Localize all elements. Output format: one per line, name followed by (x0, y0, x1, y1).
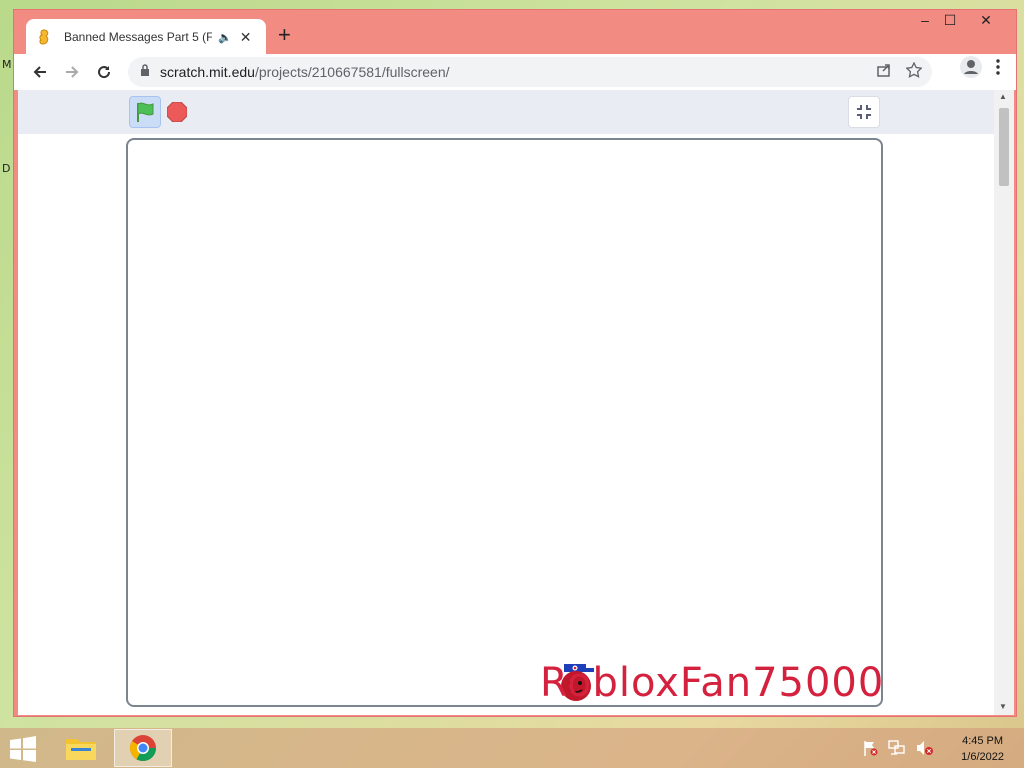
scroll-up-icon[interactable]: ▲ (999, 92, 1007, 101)
author-watermark: RobloxFan75000 (540, 660, 883, 706)
clock-time: 4:45 PM (962, 735, 1004, 747)
minimize-button[interactable]: – (911, 12, 939, 28)
speaker-icon[interactable]: 🔈 (218, 31, 232, 44)
reload-icon[interactable] (88, 56, 120, 88)
taskbar-clock[interactable]: 4:45 PM 1/6/2022 (961, 733, 1004, 765)
address-bar[interactable]: scratch.mit.edu/projects/210667581/fulls… (128, 57, 932, 87)
vertical-scrollbar[interactable]: ▲ ▼ (994, 90, 1014, 715)
file-explorer-icon[interactable] (52, 729, 110, 767)
maximize-button[interactable]: ☐ (936, 12, 964, 29)
plus-icon[interactable]: + (278, 24, 291, 46)
green-flag-icon (137, 102, 154, 122)
more-menu-icon[interactable] (996, 59, 1000, 80)
tab-title: Banned Messages Part 5 (FIN (64, 30, 212, 44)
system-tray (862, 740, 934, 761)
url-text[interactable]: scratch.mit.edu/projects/210667581/fulls… (160, 64, 450, 80)
exit-fullscreen-button[interactable] (848, 96, 880, 128)
page-content: RobloxFan75000 (18, 90, 994, 715)
chrome-icon[interactable] (114, 729, 172, 767)
scratch-favicon-icon (36, 29, 52, 45)
network-icon[interactable] (888, 740, 906, 761)
desktop-icon-label-d: D (2, 162, 11, 175)
start-icon[interactable] (8, 736, 38, 762)
stop-button[interactable] (166, 101, 188, 123)
speaker-muted-icon[interactable] (916, 740, 934, 761)
taskbar: 4:45 PM 1/6/2022 (0, 728, 1024, 768)
browser-window: Banned Messages Part 5 (FIN 🔈 ✕ + – ☐ ✕ … (13, 9, 1017, 717)
exit-fullscreen-icon (857, 105, 871, 119)
url-path: /projects/210667581/fullscreen/ (254, 64, 450, 80)
back-icon[interactable] (24, 56, 56, 88)
stop-icon (166, 101, 188, 123)
green-flag-button[interactable] (129, 96, 161, 128)
browser-toolbar: scratch.mit.edu/projects/210667581/fulls… (14, 54, 1016, 90)
profile-avatar-icon[interactable] (960, 56, 982, 83)
flag-icon[interactable] (862, 740, 878, 761)
forward-icon[interactable] (56, 56, 88, 88)
bookmark-star-icon[interactable] (905, 61, 923, 83)
close-icon[interactable]: ✕ (240, 29, 252, 46)
project-stage[interactable]: RobloxFan75000 (126, 138, 883, 707)
tab-active[interactable]: Banned Messages Part 5 (FIN 🔈 ✕ (26, 19, 266, 55)
desktop-icon-label-m: M (2, 58, 12, 71)
scroll-down-icon[interactable]: ▼ (999, 702, 1007, 711)
url-host: scratch.mit.edu (160, 64, 255, 80)
scratch-controls-bar (18, 90, 994, 134)
scroll-thumb[interactable] (999, 108, 1009, 186)
close-window-button[interactable]: ✕ (972, 12, 1000, 29)
tab-strip: Banned Messages Part 5 (FIN 🔈 ✕ + – ☐ ✕ (14, 10, 1016, 55)
share-icon[interactable] (876, 62, 892, 83)
clock-date: 1/6/2022 (961, 751, 1004, 763)
lock-icon[interactable] (140, 63, 150, 81)
